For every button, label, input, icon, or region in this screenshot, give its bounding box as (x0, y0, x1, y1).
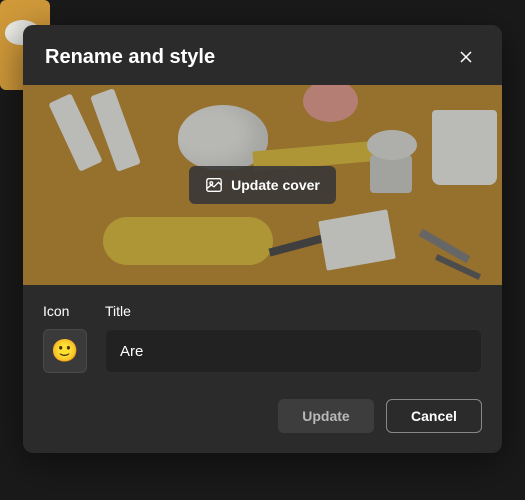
modal-title: Rename and style (45, 46, 215, 69)
cover-preview: Update cover (23, 85, 502, 285)
icon-field-group: Icon 🙂 (43, 303, 91, 373)
cancel-button[interactable]: Cancel (386, 399, 482, 433)
icon-label: Icon (43, 303, 91, 319)
modal-footer: Update Cancel (23, 385, 502, 453)
close-button[interactable] (452, 43, 480, 71)
title-field-group: Title (105, 303, 482, 373)
image-icon (205, 176, 223, 194)
close-icon (458, 49, 474, 65)
modal-header: Rename and style (23, 25, 502, 85)
form-row: Icon 🙂 Title (23, 285, 502, 385)
update-button[interactable]: Update (278, 399, 374, 433)
rename-style-modal: Rename and style U (23, 25, 502, 453)
title-input[interactable] (105, 329, 482, 373)
title-label: Title (105, 303, 482, 319)
update-cover-label: Update cover (231, 177, 320, 193)
icon-picker[interactable]: 🙂 (43, 329, 87, 373)
update-cover-button[interactable]: Update cover (189, 166, 336, 204)
